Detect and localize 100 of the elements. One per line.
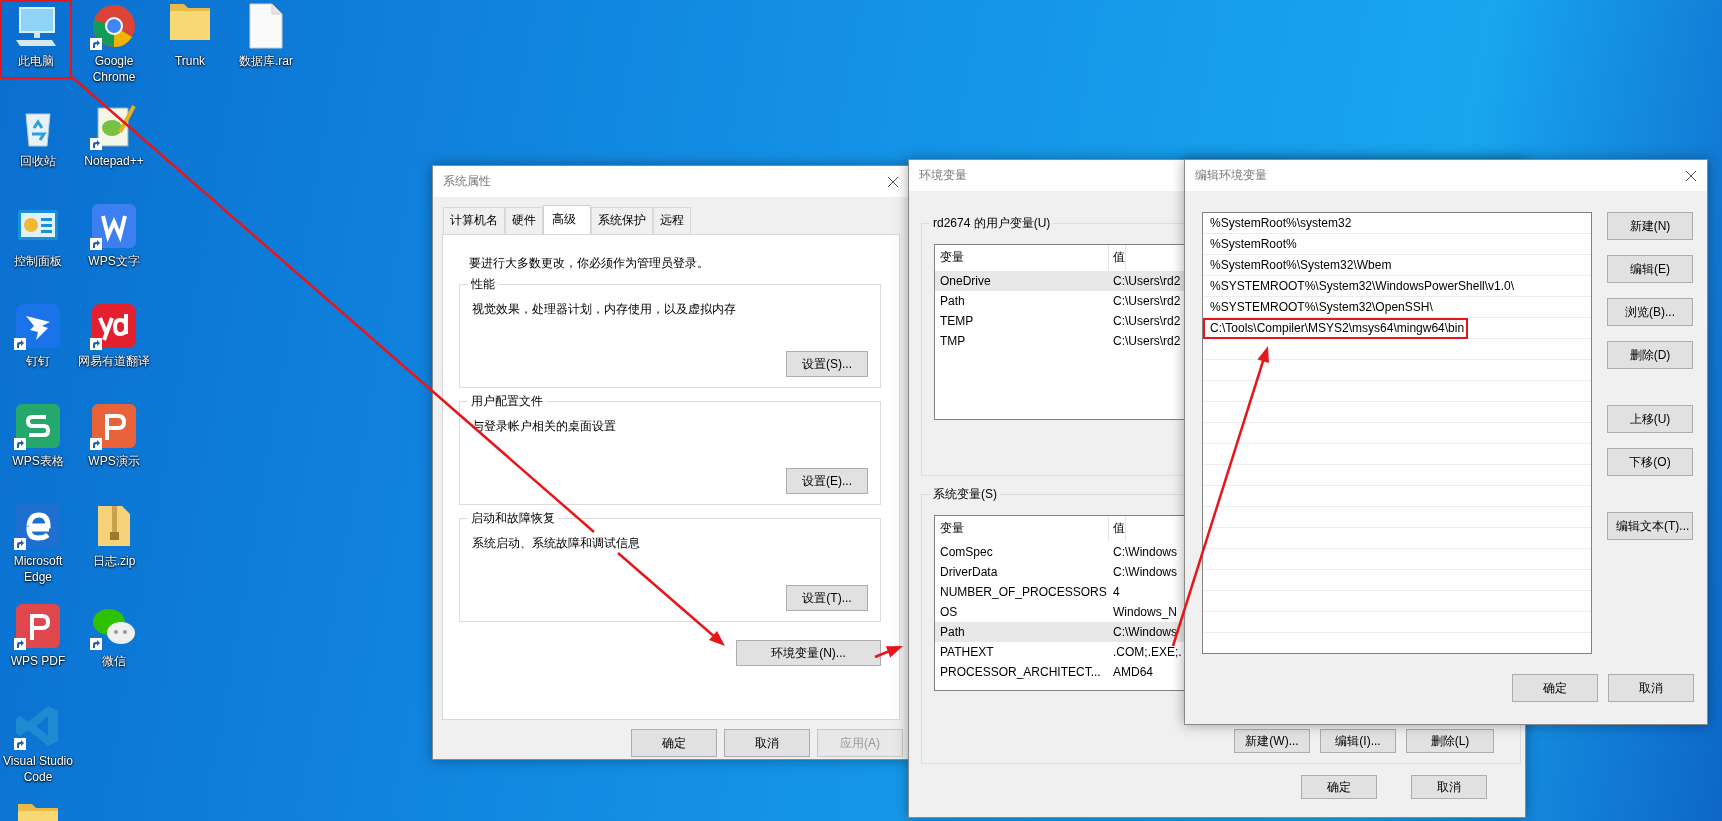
desktop-shortcut[interactable]: WPS演示 — [76, 400, 152, 500]
tab[interactable]: 系统保护 — [591, 207, 653, 234]
desktop-shortcut[interactable]: WPS表格 — [0, 400, 76, 500]
path-entry[interactable]: %SYSTEMROOT%\System32\OpenSSH\ — [1203, 297, 1591, 318]
desktop-shortcut[interactable]: Trunk — [152, 0, 228, 100]
list-row[interactable]: DriverData C:\Windows — [935, 562, 1185, 582]
variable-name: PATHEXT — [939, 644, 995, 661]
dialog-button[interactable]: 新建(W)... — [1234, 729, 1310, 753]
icon-label: 回收站 — [19, 153, 57, 169]
icon-label: WPS文字 — [87, 253, 141, 269]
desktop-shortcut[interactable]: 数据库.rar — [228, 0, 304, 100]
list-row[interactable]: TEMP C:\Users\rd2 — [935, 311, 1185, 331]
path-entry[interactable]: %SystemRoot%\System32\Wbem — [1203, 255, 1591, 276]
group-description: 系统启动、系统故障和调试信息 — [472, 535, 641, 552]
dialog-button[interactable]: 设置(T)... — [786, 585, 868, 611]
variable-value: C:\Windows — [1112, 624, 1177, 641]
desktop-shortcut[interactable]: 此电脑 — [0, 0, 72, 79]
tab[interactable]: 高级 — [543, 205, 591, 234]
tab[interactable]: 硬件 — [505, 207, 543, 234]
variable-name: PROCESSOR_ARCHITECT... — [939, 664, 1102, 681]
variable-name: OneDrive — [939, 273, 992, 290]
dialog-button[interactable]: 编辑(I)... — [1320, 729, 1396, 753]
dialog-button[interactable]: 上移(U) — [1607, 405, 1693, 433]
icon-label: Microsoft Edge — [12, 553, 64, 585]
dialog-button[interactable]: 新建(N) — [1607, 212, 1693, 240]
variable-value: 4 — [1112, 584, 1120, 601]
variable-value: .COM;.EXE;. — [1112, 644, 1182, 661]
icon-label: 数据库.rar — [238, 53, 294, 69]
path-entry[interactable]: %SYSTEMROOT%\System32\WindowsPowerShell\v1.0\ — [1203, 276, 1591, 297]
desktop-shortcut[interactable]: Notepad++ — [76, 100, 152, 200]
column-header: 变量 — [935, 516, 1109, 541]
variable-value: C:\Windows — [1112, 564, 1177, 581]
close-icon[interactable] — [1685, 169, 1697, 182]
desktop-shortcut[interactable]: 日志.zip — [76, 500, 152, 600]
variable-value: C:\Users\rd2 — [1112, 273, 1181, 290]
desktop-shortcut[interactable]: WPS文字 — [76, 200, 152, 300]
dialog-button[interactable]: 删除(L) — [1406, 729, 1494, 753]
icon-label: Google Chrome — [91, 53, 137, 85]
dialog-button[interactable]: 编辑(E) — [1607, 255, 1693, 283]
dialog-button[interactable]: 确定 — [631, 729, 717, 757]
list-row[interactable]: PROCESSOR_ARCHITECT... AMD64 — [935, 662, 1185, 682]
icon-label: WPS PDF — [9, 653, 67, 669]
desktop-shortcut[interactable]: Microsoft Edge — [0, 500, 76, 600]
window-title: 编辑环境变量 — [1195, 167, 1267, 184]
dialog-button[interactable]: 确定 — [1301, 775, 1377, 799]
icon-label: 日志.zip — [91, 553, 137, 569]
list-row[interactable]: Path C:\Users\rd2 — [935, 291, 1185, 311]
dialog-button[interactable]: 浏览(B)... — [1607, 298, 1693, 326]
dialog-button[interactable]: 下移(O) — [1607, 448, 1693, 476]
list-row[interactable]: TMP C:\Users\rd2 — [935, 331, 1185, 351]
variable-name: DriverData — [939, 564, 999, 581]
variable-value: C:\Users\rd2 — [1112, 313, 1181, 330]
dialog-button[interactable]: 确定 — [1512, 674, 1598, 702]
path-entry[interactable]: %SystemRoot% — [1203, 234, 1591, 255]
desktop-shortcut[interactable]: 网易有道翻译 — [76, 300, 152, 400]
icon-label: Trunk — [173, 53, 207, 69]
desktop-shortcut[interactable]: 微信 — [76, 600, 152, 700]
list-row[interactable]: NUMBER_OF_PROCESSORS 4 — [935, 582, 1185, 602]
tab[interactable]: 远程 — [653, 207, 691, 234]
group-title: rd2674 的用户变量(U) — [930, 216, 1054, 231]
desktop-shortcut[interactable]: 回收站 — [0, 100, 76, 200]
dialog-button[interactable]: 编辑文本(T)... — [1607, 512, 1693, 540]
variable-value: Windows_N — [1112, 604, 1178, 621]
dialog-button[interactable]: 设置(S)... — [786, 351, 868, 377]
column-header: 变量 — [935, 245, 1109, 270]
dialog-button[interactable]: 环境变量(N)... — [736, 640, 881, 666]
dialog-button[interactable]: 设置(E)... — [786, 468, 868, 494]
dialog-button[interactable]: 取消 — [1411, 775, 1487, 799]
icon-label: WPS演示 — [87, 453, 141, 469]
icon-label: 控制面板 — [13, 253, 63, 269]
list-row[interactable]: PATHEXT .COM;.EXE;. — [935, 642, 1185, 662]
group-title: 用户配置文件 — [468, 394, 546, 409]
dialog-button[interactable]: 删除(D) — [1607, 341, 1693, 369]
group-title: 启动和故障恢复 — [468, 511, 558, 526]
list-row[interactable]: OneDrive C:\Users\rd2 — [935, 271, 1185, 291]
list-row[interactable]: Path C:\Windows — [935, 622, 1185, 642]
variable-name: Path — [939, 624, 966, 641]
desktop-shortcut[interactable]: Visual Studio Code — [0, 700, 76, 800]
icon-label: Visual Studio Code — [2, 753, 74, 785]
icon-label: 微信 — [101, 653, 127, 669]
desktop-shortcut[interactable]: 钉钉 — [0, 300, 76, 400]
desktop-shortcut[interactable]: WPS PDF — [0, 600, 76, 700]
icon-label: 钉钉 — [25, 353, 51, 369]
path-entry[interactable]: %SystemRoot%\system32 — [1203, 213, 1591, 234]
variable-name: TMP — [939, 333, 967, 350]
close-icon[interactable] — [887, 175, 899, 188]
tab[interactable]: 计算机名 — [443, 207, 505, 234]
desktop-shortcut[interactable]: Google Chrome — [76, 0, 152, 100]
dialog-button[interactable]: 取消 — [724, 729, 810, 757]
desktop-shortcut[interactable]: 控制面板 — [0, 200, 76, 300]
window-title: 环境变量 — [919, 167, 967, 184]
notice-text: 要进行大多数更改，你必须作为管理员登录。 — [469, 255, 710, 272]
icon-label: Notepad++ — [83, 153, 145, 169]
list-row[interactable]: ComSpec C:\Windows — [935, 542, 1185, 562]
window-title: 系统属性 — [443, 173, 491, 190]
list-row[interactable]: OS Windows_N — [935, 602, 1185, 622]
variable-value: AMD64 — [1112, 664, 1153, 681]
path-entry[interactable]: C:\Tools\Compiler\MSYS2\msys64\mingw64\bin — [1203, 318, 1468, 339]
dialog-button[interactable]: 取消 — [1608, 674, 1694, 702]
variable-name: ComSpec — [939, 544, 994, 561]
